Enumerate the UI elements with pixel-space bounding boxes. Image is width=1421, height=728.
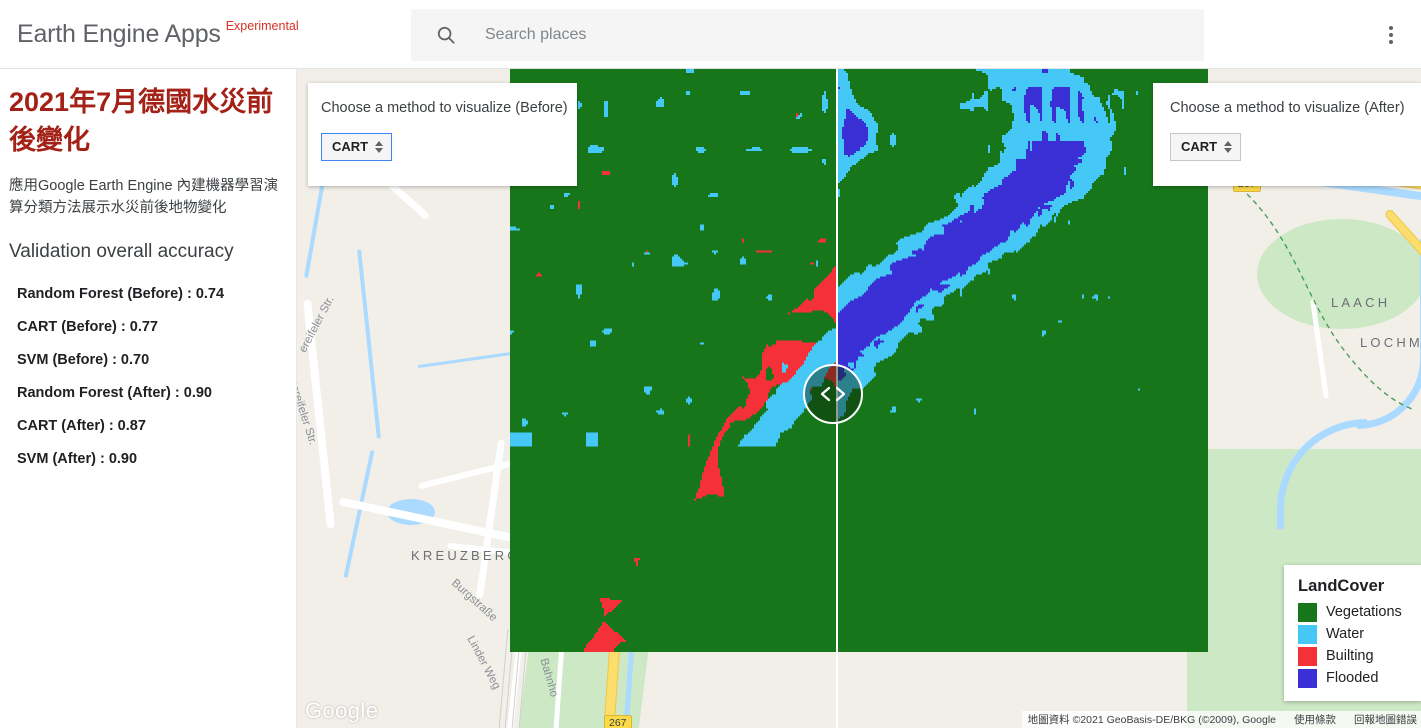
street-label-linderweg: Linder Weg	[464, 634, 503, 692]
accuracy-heading: Validation overall accuracy	[9, 241, 234, 262]
kebab-dot	[1389, 40, 1393, 44]
method-select-after-wrap[interactable]: CART	[1170, 133, 1242, 161]
legend-swatch-vegetations	[1298, 602, 1317, 622]
attribution-data: 地圖資料 ©2021 GeoBasis-DE/BKG (©2009), Goog…	[1027, 714, 1276, 726]
legend-swatch-builting	[1298, 646, 1317, 666]
panel-after: Choose a method to visualize (After) CAR…	[1153, 83, 1421, 186]
legend-label: Water	[1326, 626, 1365, 642]
panel-before-label: Choose a method to visualize (Before)	[321, 100, 568, 116]
list-item: SVM (Before) : 0.70	[17, 352, 150, 368]
terms-link[interactable]: 使用條款	[1294, 712, 1336, 727]
street-label-burgstrasse: Burgstraße	[448, 577, 500, 624]
method-select-before-value: CART	[332, 139, 369, 154]
legend-item: Water	[1298, 623, 1421, 645]
page-subtitle: 應用Google Earth Engine 內建機器學習演算分類方法展示水災前後…	[9, 178, 279, 216]
list-item: SVM (After) : 0.90	[17, 451, 138, 467]
method-select-after[interactable]: CART	[1170, 133, 1242, 161]
accuracy-list: Random Forest (Before) : 0.74 CART (Befo…	[9, 278, 287, 476]
legend-swatch-flooded	[1298, 668, 1317, 688]
river	[343, 450, 375, 578]
brand-title: Earth Engine Apps	[17, 20, 221, 48]
experimental-badge: Experimental	[225, 19, 299, 33]
river	[357, 249, 381, 439]
list-item: Random Forest (After) : 0.90	[17, 385, 212, 401]
search-input[interactable]	[485, 20, 1125, 50]
more-vert-icon[interactable]	[1374, 18, 1408, 52]
place-label-laach: LAACH	[1331, 295, 1391, 310]
legend-label: Flooded	[1326, 670, 1379, 686]
kebab-dot	[1389, 26, 1393, 30]
legend-item: Builting	[1298, 645, 1421, 667]
chevron-updown-icon	[1224, 141, 1233, 153]
method-select-before[interactable]: CART	[321, 133, 393, 161]
panel-before: Choose a method to visualize (Before) CA…	[308, 83, 577, 186]
legend-title: LandCover	[1298, 577, 1385, 595]
search-bar[interactable]	[411, 9, 1204, 61]
legend-label: Builting	[1326, 648, 1374, 664]
highway-shield: 267	[604, 715, 632, 728]
chevron-updown-icon	[375, 141, 384, 153]
google-logo: Google	[305, 698, 379, 723]
legend-item: Flooded	[1298, 667, 1421, 689]
report-error-link[interactable]: 回報地圖錯誤	[1354, 712, 1417, 727]
earth-engine-app: Earth Engine Apps Experimental 2021年7月德國…	[0, 0, 1421, 728]
place-label-lochm: LOCHM	[1360, 335, 1421, 350]
method-select-after-value: CART	[1181, 139, 1218, 154]
river	[1277, 419, 1367, 529]
place-label-kreuzberg: KREUZBERG	[411, 548, 521, 563]
trail-path	[1246, 193, 1413, 410]
legend-swatch-water	[1298, 624, 1317, 644]
panel-after-label: Choose a method to visualize (After)	[1170, 100, 1405, 116]
legend: LandCover Vegetations Water Builting Flo…	[1284, 565, 1421, 701]
map-viewport[interactable]: KREUZBERG LAACH LOCHM Münstereifeler Str…	[297, 69, 1421, 728]
app-header: Earth Engine Apps Experimental	[0, 0, 1421, 69]
swipe-chevrons-icon	[820, 386, 846, 402]
list-item: CART (Before) : 0.77	[17, 319, 158, 335]
legend-item: Vegetations	[1298, 601, 1421, 623]
method-select-before-wrap[interactable]: CART	[321, 133, 393, 161]
kebab-dot	[1389, 33, 1393, 37]
list-item: CART (After) : 0.87	[17, 418, 146, 434]
swipe-handle[interactable]	[803, 364, 863, 424]
sidebar: 2021年7月德國水災前後變化 應用Google Earth Engine 內建…	[0, 69, 297, 728]
page-title: 2021年7月德國水災前後變化	[9, 87, 274, 155]
landcover-raster-overlay	[510, 69, 1208, 652]
map-attribution: 地圖資料 ©2021 GeoBasis-DE/BKG (©2009), Goog…	[1021, 711, 1421, 728]
legend-label: Vegetations	[1326, 604, 1402, 620]
list-item: Random Forest (Before) : 0.74	[17, 286, 225, 302]
brand: Earth Engine Apps Experimental	[17, 19, 299, 49]
search-icon	[435, 24, 457, 46]
